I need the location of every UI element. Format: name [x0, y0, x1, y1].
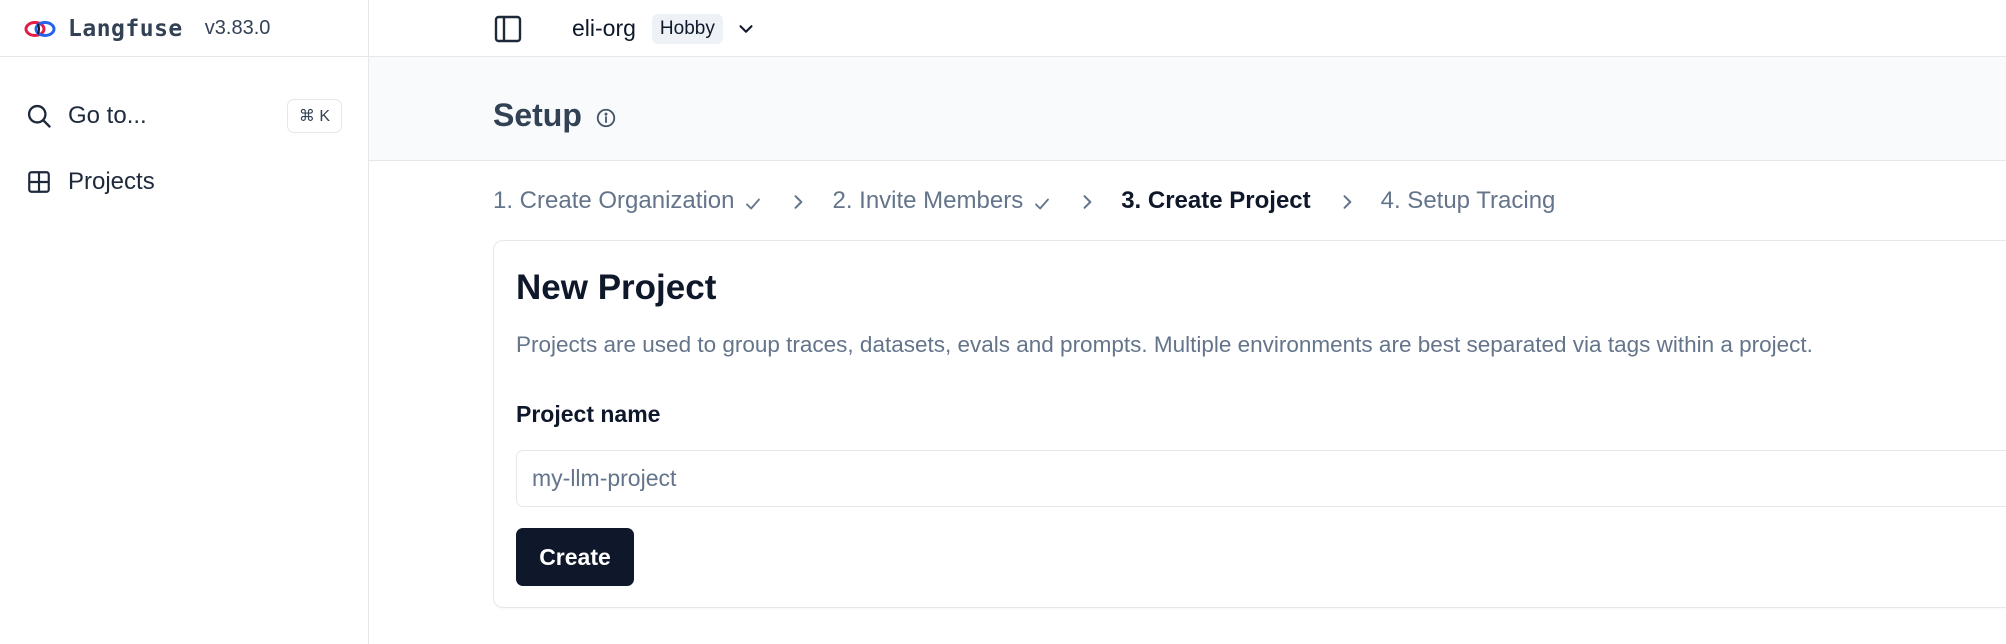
step-create-organization[interactable]: 1. Create Organization — [493, 187, 762, 215]
page-title: Setup — [493, 97, 582, 133]
goto-label: Go to... — [68, 102, 147, 129]
chevron-right-icon — [788, 191, 808, 211]
new-project-card: New Project Projects are used to group t… — [493, 240, 2006, 608]
shortcut-badge: ⌘ K — [286, 99, 342, 133]
org-name: eli-org — [572, 15, 636, 41]
step-invite-members[interactable]: 2. Invite Members — [832, 187, 1051, 215]
card-title: New Project — [516, 268, 717, 307]
sidebar: Langfuse v3.83.0 Go to... ⌘ K Projects — [0, 0, 369, 644]
langfuse-logo-icon — [24, 19, 56, 39]
chevron-right-icon — [1337, 191, 1357, 211]
app-version: v3.83.0 — [204, 17, 271, 39]
step-label: 3. Create Project — [1121, 187, 1311, 214]
topbar: eli-org Hobby — [369, 0, 2006, 57]
plan-badge: Hobby — [651, 13, 723, 44]
step-label: 1. Create Organization — [493, 187, 735, 214]
check-icon — [1033, 192, 1051, 210]
chevron-down-icon[interactable] — [735, 18, 757, 40]
setup-stepper: 1. Create Organization 2. Invite Members… — [493, 184, 1555, 218]
grid-icon — [24, 167, 54, 197]
chevron-right-icon — [1077, 191, 1097, 211]
goto-search[interactable]: Go to... ⌘ K — [24, 96, 344, 136]
search-icon — [24, 101, 54, 131]
project-name-label: Project name — [516, 401, 661, 427]
info-icon[interactable] — [595, 107, 617, 129]
step-create-project[interactable]: 3. Create Project — [1121, 187, 1310, 215]
sidebar-toggle-icon[interactable] — [492, 13, 524, 45]
check-icon — [744, 192, 762, 210]
sidebar-divider — [0, 56, 369, 57]
org-switcher[interactable]: eli-org Hobby — [572, 0, 757, 57]
card-description: Projects are used to group traces, datas… — [516, 332, 1813, 357]
create-button[interactable]: Create — [516, 528, 634, 586]
project-name-input[interactable] — [516, 450, 2006, 507]
step-setup-tracing[interactable]: 4. Setup Tracing — [1381, 187, 1556, 215]
page-header: Setup — [369, 57, 2006, 161]
brand[interactable]: Langfuse v3.83.0 — [0, 0, 369, 57]
sidebar-item-projects[interactable]: Projects — [24, 162, 344, 202]
sidebar-item-label: Projects — [68, 168, 155, 195]
step-label: 2. Invite Members — [832, 187, 1024, 214]
step-label: 4. Setup Tracing — [1380, 187, 1556, 214]
app-name: Langfuse — [68, 15, 183, 42]
